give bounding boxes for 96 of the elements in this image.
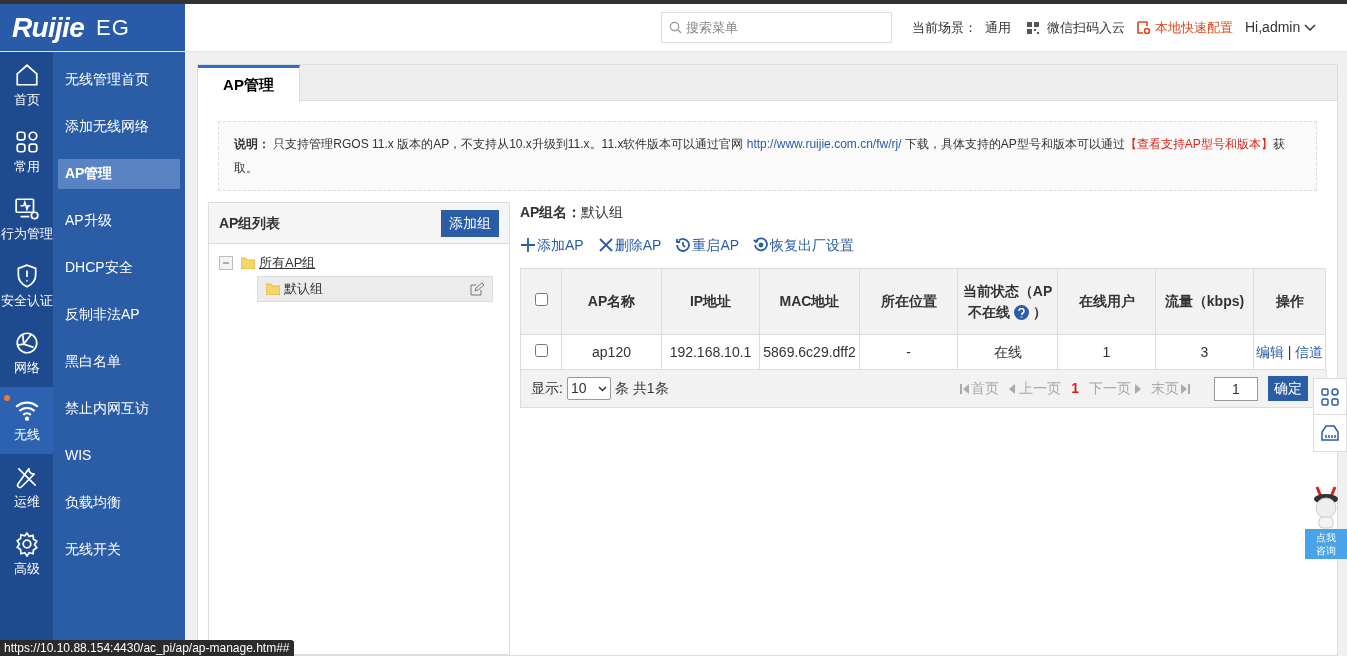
notice-text: 说明： 只支持管理RGOS 11.x 版本的AP，不支持从10.x升级到11.x。11.x软件版本可以通过官网 http://www.ruijie.com.cn/fw/rj/ 下载，具体支持的AP型号和版本可以通过【查看支持AP型号和版本】获取。 xyxy=(234,136,1286,177)
table-cell: 3 xyxy=(1155,334,1254,370)
sub-menu-item[interactable]: 无线开关 xyxy=(58,534,180,565)
minus-icon xyxy=(222,259,230,267)
nav-item[interactable]: 高级 xyxy=(0,521,53,588)
nav-item[interactable]: 常用 xyxy=(0,119,53,186)
restart-icon xyxy=(675,237,692,253)
sub-menu-item[interactable]: AP升级 xyxy=(58,205,180,236)
select-all-checkbox[interactable] xyxy=(534,293,548,306)
nav-item[interactable]: 运维 xyxy=(0,454,53,521)
sub-menu-item[interactable]: 添加无线网络 xyxy=(58,111,180,142)
collapse-toggle[interactable] xyxy=(219,256,233,270)
qr-code-icon xyxy=(1027,21,1039,34)
column-header: 所在位置 xyxy=(859,268,958,335)
confirm-button[interactable]: 确定 xyxy=(1268,376,1308,401)
previous-icon xyxy=(1009,383,1016,394)
folder-icon xyxy=(241,257,255,269)
toolbar-action[interactable]: 恢复出厂设置 xyxy=(753,234,855,256)
table-cell: - xyxy=(859,334,958,370)
row-action-link[interactable]: 信道 xyxy=(1295,343,1324,360)
apps-icon xyxy=(13,128,40,155)
next-icon xyxy=(1135,383,1141,394)
reset-icon xyxy=(753,237,770,253)
tree-item-selected[interactable]: 默认组 xyxy=(257,276,493,302)
add-group-button[interactable]: 添加组 xyxy=(441,209,499,237)
table-cell: 192.168.10.1 xyxy=(661,334,760,370)
consult-label: 点我 xyxy=(1316,531,1336,544)
page-size-label: 显示: xyxy=(531,379,563,398)
config-icon xyxy=(1137,20,1151,35)
sub-menu-item[interactable]: 黑白名单 xyxy=(58,346,180,377)
sub-menu-item[interactable]: 无线管理首页 xyxy=(58,64,180,95)
download-link[interactable]: http://www.ruijie.com.cn/fw/rj/ xyxy=(746,137,902,151)
tab[interactable]: AP管理 xyxy=(198,65,300,102)
row-action-link[interactable]: 编辑 xyxy=(1255,343,1284,360)
toolbar-action[interactable]: 添加AP xyxy=(520,234,584,256)
toolbar-action[interactable]: 重启AP xyxy=(675,234,740,256)
row-checkbox[interactable] xyxy=(534,343,548,357)
table-cell: ap120 xyxy=(561,334,662,370)
group-name-label: AP组名： xyxy=(520,202,582,222)
folder-icon xyxy=(266,283,280,295)
scene-value: 通用 xyxy=(985,18,1011,37)
sub-menu-item[interactable]: AP管理 xyxy=(58,158,180,189)
column-header: IP地址 xyxy=(661,268,760,335)
sub-menu-item[interactable]: DHCP安全 xyxy=(58,252,180,283)
chevron-down-icon xyxy=(1304,23,1317,32)
sub-menu-item[interactable]: 负载均衡 xyxy=(58,487,180,518)
table-cell: 5869.6c29.dff2 xyxy=(759,334,860,370)
nav-item[interactable]: 网络 xyxy=(0,320,53,387)
last-page-icon xyxy=(1181,383,1190,394)
quick-config-link[interactable]: 本地快速配置 xyxy=(1155,17,1233,38)
edit-icon[interactable] xyxy=(470,282,484,296)
network-port-icon[interactable] xyxy=(1320,424,1340,442)
nav-item[interactable]: 安全认证 xyxy=(0,253,53,320)
nav-item[interactable]: 无线 xyxy=(0,387,53,454)
sub-menu-item[interactable]: 禁止内网互访 xyxy=(58,393,180,424)
group-name-value: 默认组 xyxy=(581,202,624,222)
nav-item[interactable]: 行为管理 xyxy=(0,186,53,253)
sub-menu-item[interactable]: 反制非法AP xyxy=(58,299,180,330)
wechat-cloud-link[interactable]: 微信扫码入云 xyxy=(1047,17,1125,38)
column-header: AP名称 xyxy=(561,268,662,335)
sub-menu-item[interactable]: WIS xyxy=(58,440,180,471)
user-menu[interactable]: Hi,admin xyxy=(1245,17,1317,38)
search-icon xyxy=(669,21,682,34)
close-icon xyxy=(597,237,614,253)
page-size-select[interactable]: 10 xyxy=(566,377,611,400)
consult-label: 咨询 xyxy=(1316,544,1336,557)
separator: | xyxy=(1287,343,1292,360)
page-number-field[interactable]: 1 xyxy=(1214,376,1258,401)
table-cell: 在线 xyxy=(957,334,1058,370)
panel-title: AP组列表 xyxy=(219,213,281,233)
record-count: 条 共1条 xyxy=(614,379,669,398)
monitor-icon xyxy=(13,195,40,222)
column-header: 在线用户 xyxy=(1057,268,1156,335)
tree-label[interactable]: 所有AP组 xyxy=(259,253,316,273)
globe-icon xyxy=(13,329,40,356)
scene-label: 当前场景： xyxy=(912,18,977,37)
column-header: 流量（kbps) xyxy=(1155,268,1254,335)
current-page: 1 xyxy=(1071,379,1079,398)
column-header: 当前状态（AP不在线 ） xyxy=(957,268,1058,335)
tree-label[interactable]: 默认组 xyxy=(284,279,323,299)
search-field[interactable]: 搜索菜单 xyxy=(661,12,892,43)
help-icon[interactable] xyxy=(1014,305,1029,321)
first-page-icon xyxy=(960,383,970,394)
product-name: EG xyxy=(96,14,131,42)
brand-logo: Ruijie xyxy=(12,10,85,45)
column-header: 操作 xyxy=(1253,268,1326,335)
status-url: https://10.10.88.154:4430/ac_pi/ap/ap-manage.htm## xyxy=(0,640,294,656)
apps-icon[interactable] xyxy=(1320,386,1340,407)
column-header: MAC地址 xyxy=(759,268,860,335)
toolbar-action[interactable]: 删除AP xyxy=(597,234,662,256)
table-cell: 1 xyxy=(1057,334,1156,370)
settings-icon xyxy=(13,530,40,557)
nav-item[interactable]: 首页 xyxy=(0,52,53,119)
supported-models-link[interactable]: 【查看支持AP型号和版本】 xyxy=(1124,137,1273,151)
chevron-down-icon xyxy=(597,385,607,392)
plus-icon xyxy=(520,237,536,253)
